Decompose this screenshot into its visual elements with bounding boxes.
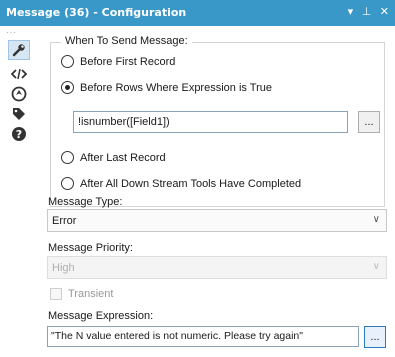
title-bar: Message (36) - Configuration ▾ ⊥ ✕: [0, 0, 395, 26]
radio-label: After Last Record: [80, 151, 166, 164]
radio-after-all-downstream[interactable]: After All Down Stream Tools Have Complet…: [61, 177, 301, 190]
message-type-value: Error: [52, 215, 77, 227]
metadata-tab[interactable]: [8, 104, 30, 124]
radio-button-selected[interactable]: [61, 81, 74, 94]
message-expression-label: Message Expression:: [48, 310, 154, 322]
message-type-select[interactable]: Error ∨: [47, 209, 387, 232]
condition-expression-input[interactable]: !isnumber([Field1]): [73, 111, 348, 133]
close-icon[interactable]: ✕: [380, 5, 389, 18]
annotation-tab[interactable]: [8, 64, 30, 84]
message-expression-editor-button[interactable]: ...: [364, 326, 386, 348]
radio-button[interactable]: [61, 55, 74, 68]
transient-label: Transient: [68, 288, 114, 300]
help-icon: ?: [12, 127, 26, 141]
tag-icon: [13, 108, 25, 120]
radio-label: Before First Record: [80, 55, 176, 68]
message-type-label: Message Type:: [48, 196, 123, 208]
when-to-send-legend: When To Send Message:: [61, 35, 192, 47]
message-priority-select[interactable]: High ∨: [47, 256, 387, 279]
window-title: Message (36) - Configuration: [6, 6, 187, 19]
configuration-tab[interactable]: [8, 40, 30, 60]
transient-checkbox-row[interactable]: Transient: [50, 288, 113, 300]
message-priority-label: Message Priority:: [48, 242, 133, 254]
tool-sidebar: ··· ?: [0, 26, 42, 357]
navigation-tab[interactable]: [8, 84, 30, 104]
grip-icon: ···: [6, 28, 17, 37]
help-tab[interactable]: ?: [8, 124, 30, 144]
configuration-panel: When To Send Message: Before First Recor…: [42, 26, 395, 357]
radio-label: After All Down Stream Tools Have Complet…: [80, 177, 302, 190]
code-icon: [11, 68, 27, 80]
window-controls: ▾ ⊥ ✕: [343, 5, 389, 18]
radio-after-last-record[interactable]: After Last Record: [61, 151, 166, 164]
chevron-down-icon: ∨: [372, 261, 380, 272]
radio-button[interactable]: [61, 151, 74, 164]
radio-label: Before Rows Where Expression is True: [80, 81, 272, 94]
condition-expression-editor-button[interactable]: ...: [358, 111, 380, 133]
navigate-icon: [11, 86, 27, 102]
transient-checkbox[interactable]: [50, 288, 62, 300]
message-priority-value: High: [52, 262, 75, 274]
svg-text:?: ?: [16, 128, 22, 141]
wrench-icon: [12, 44, 25, 57]
radio-before-first-record[interactable]: Before First Record: [61, 55, 175, 68]
message-expression-input[interactable]: "The N value entered is not numeric. Ple…: [47, 326, 359, 347]
radio-button[interactable]: [61, 177, 74, 190]
radio-before-rows-expression[interactable]: Before Rows Where Expression is True: [61, 81, 272, 94]
when-to-send-group: When To Send Message: Before First Recor…: [50, 35, 385, 207]
pin-icon[interactable]: ⊥: [362, 5, 372, 18]
chevron-down-icon: ∨: [372, 214, 380, 225]
dropdown-menu-icon[interactable]: ▾: [348, 5, 354, 18]
